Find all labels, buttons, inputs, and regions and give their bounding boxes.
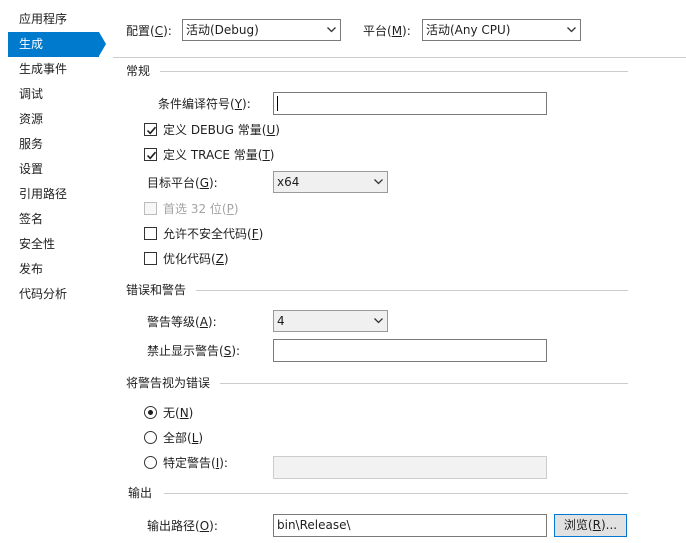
radio-dot-icon [148,410,153,415]
sidebar-item-label: 生成 [19,37,44,51]
checkmark-icon [146,126,157,135]
define-debug-checkbox[interactable] [144,123,157,136]
chevron-down-icon [374,179,383,185]
config-dropdown-value: 活动(Debug) [186,23,259,37]
sidebar-item-debug[interactable]: 调试 [8,82,99,107]
define-debug-label[interactable]: 定义 DEBUG 常量(U) [163,122,280,138]
prefer-32bit-checkbox [144,202,157,215]
treat-none-radio[interactable] [144,406,157,419]
treat-all-label[interactable]: 全部(L) [163,430,203,446]
output-path-value: bin\Release\ [277,518,351,532]
platform-target-label: 目标平台(G): [147,176,218,190]
section-divider [196,290,628,291]
conditional-symbols-label: 条件编译符号(Y): [158,97,251,111]
suppress-warnings-input[interactable] [273,339,547,362]
specific-warnings-input [273,456,547,479]
prefer-32bit-label: 首选 32 位(P) [163,202,239,216]
chevron-down-icon [567,27,576,33]
define-trace-checkbox[interactable] [144,148,157,161]
sidebar-item-label: 服务 [19,137,44,151]
sidebar-item-application[interactable]: 应用程序 [8,7,99,32]
treat-specific-radio[interactable] [144,456,157,469]
sidebar-item-label: 设置 [19,162,44,176]
checkmark-icon [146,151,157,160]
config-dropdown[interactable]: 活动(Debug) [182,19,341,41]
treat-specific-label[interactable]: 特定警告(I): [163,455,228,471]
selected-arrow-icon [99,32,106,56]
sidebar-item-label: 调试 [19,87,44,101]
platform-dropdown[interactable]: 活动(Any CPU) [422,19,581,41]
warning-level-dropdown[interactable]: 4 [273,310,388,332]
sidebar-item-services[interactable]: 服务 [8,132,99,157]
output-path-input[interactable]: bin\Release\ [273,514,547,537]
config-label: 配置(C): [126,24,172,38]
sidebar-item-label: 生成事件 [19,62,68,76]
text-caret [277,96,278,111]
sidebar-item-label: 签名 [19,212,44,226]
section-divider [220,383,628,384]
treat-none-label[interactable]: 无(N) [163,405,193,421]
section-divider [164,493,628,494]
platform-target-value: x64 [277,175,300,189]
treat-all-radio[interactable] [144,431,157,444]
output-path-label: 输出路径(O): [147,519,218,533]
section-title-treat-warnings: 将警告视为错误 [126,376,211,390]
sidebar-item-label: 引用路径 [19,187,68,201]
sidebar: 应用程序 生成 生成事件 调试 资源 服务 设置 引用路径 签名 安全性 发布 … [0,0,112,543]
sidebar-item-code-analysis[interactable]: 代码分析 [8,282,99,307]
section-divider [160,71,628,72]
platform-target-dropdown[interactable]: x64 [273,171,388,193]
chevron-down-icon [374,318,383,324]
warning-level-value: 4 [277,314,285,328]
optimize-code-label[interactable]: 优化代码(Z) [163,251,229,267]
browse-button[interactable]: 浏览(R)... [554,514,627,537]
sidebar-item-resources[interactable]: 资源 [8,107,99,132]
allow-unsafe-label[interactable]: 允许不安全代码(F) [163,226,263,242]
platform-dropdown-value: 活动(Any CPU) [426,23,511,37]
sidebar-item-label: 代码分析 [19,287,68,301]
sidebar-item-label: 资源 [19,112,44,126]
sidebar-item-reference-paths[interactable]: 引用路径 [8,182,99,207]
sidebar-item-security[interactable]: 安全性 [8,232,99,257]
sidebar-item-label: 发布 [19,262,44,276]
sidebar-item-signing[interactable]: 签名 [8,207,99,232]
section-title-general: 常规 [126,64,151,78]
header-separator [113,57,686,58]
allow-unsafe-checkbox[interactable] [144,227,157,240]
sidebar-item-label: 安全性 [19,237,56,251]
define-trace-label[interactable]: 定义 TRACE 常量(T) [163,147,274,163]
sidebar-item-build-events[interactable]: 生成事件 [8,57,99,82]
section-title-output: 输出 [128,486,153,500]
sidebar-item-publish[interactable]: 发布 [8,257,99,282]
warning-level-label: 警告等级(A): [147,315,217,329]
sidebar-item-build[interactable]: 生成 [8,32,99,57]
sidebar-item-settings[interactable]: 设置 [8,157,99,182]
optimize-code-checkbox[interactable] [144,252,157,265]
suppress-warnings-label: 禁止显示警告(S): [147,344,241,358]
sidebar-item-label: 应用程序 [19,12,68,26]
conditional-symbols-input[interactable] [273,92,547,115]
platform-label: 平台(M): [363,24,411,38]
section-title-errors-warnings: 错误和警告 [126,283,187,297]
chevron-down-icon [327,27,336,33]
